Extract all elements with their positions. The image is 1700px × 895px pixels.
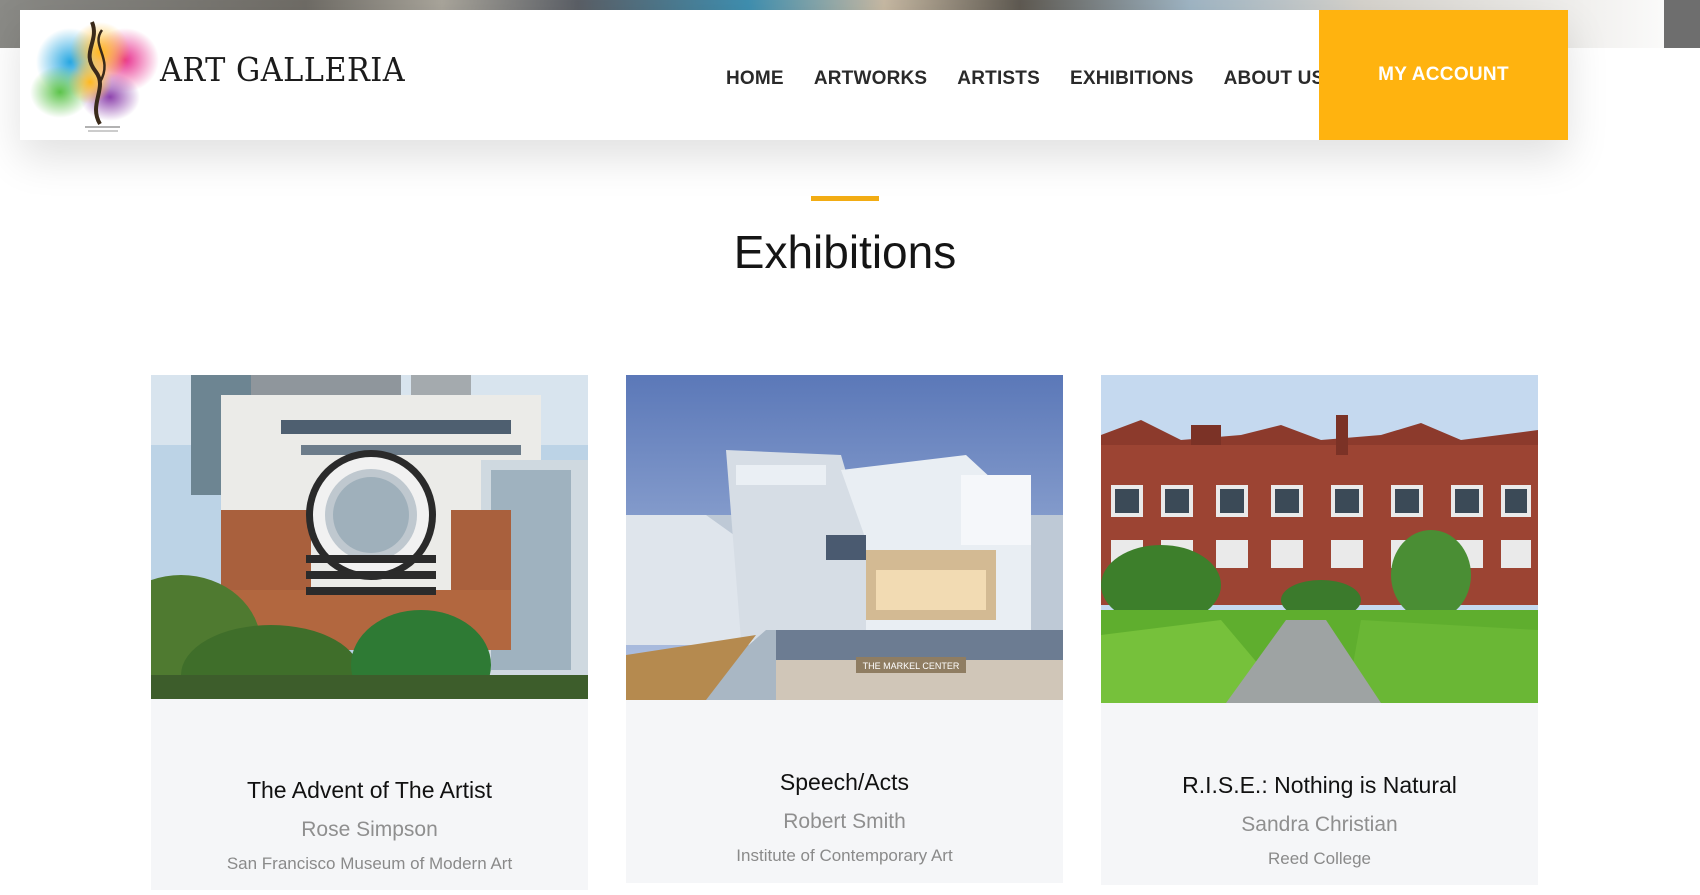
main-nav: HOME ARTWORKS ARTISTS EXHIBITIONS ABOUT … (726, 68, 1354, 90)
nav-artists-link[interactable]: ARTISTS (957, 68, 1040, 90)
nav-exhibitions-link[interactable]: EXHIBITIONS (1070, 68, 1194, 90)
exhibition-card[interactable]: The Advent of The Artist Rose Simpson Sa… (151, 375, 588, 890)
nav-about-link[interactable]: ABOUT US (1224, 68, 1325, 90)
exhibition-venue: Reed College (1267, 849, 1371, 868)
exhibition-meta: The Advent of The Artist Rose Simpson Sa… (151, 777, 588, 874)
exhibition-meta: Speech/Acts Robert Smith Institute of Co… (626, 769, 1063, 866)
exhibition-card[interactable]: THE MARKEL CENTER Speech/Acts Robert Smi… (626, 375, 1063, 883)
section-accent-bar (811, 196, 879, 201)
exhibition-title[interactable]: Speech/Acts (626, 769, 1063, 796)
exhibition-image[interactable]: THE MARKEL CENTER (626, 375, 1063, 700)
exhibition-title[interactable]: R.I.S.E.: Nothing is Natural (1101, 772, 1538, 799)
exhibition-venue: Institute of Contemporary Art (736, 846, 953, 865)
image-caption-text: THE MARKEL CENTER (863, 661, 960, 671)
my-account-button[interactable]: MY ACCOUNT (1319, 10, 1568, 140)
nav-artworks-link[interactable]: ARTWORKS (814, 68, 927, 90)
exhibition-image[interactable] (151, 375, 588, 699)
nav-home-link[interactable]: HOME (726, 68, 784, 90)
site-navbar: ART GALLERIA HOME ARTWORKS ARTISTS EXHIB… (20, 10, 1568, 140)
exhibition-image[interactable] (1101, 375, 1538, 703)
exhibition-artist[interactable]: Sandra Christian (1101, 813, 1538, 837)
exhibition-venue: San Francisco Museum of Modern Art (226, 854, 513, 873)
hero-strip-edge (1664, 0, 1700, 48)
exhibition-title[interactable]: The Advent of The Artist (151, 777, 588, 804)
brand-name[interactable]: ART GALLERIA (160, 50, 405, 89)
exhibition-card[interactable]: R.I.S.E.: Nothing is Natural Sandra Chri… (1101, 375, 1538, 885)
section-title: Exhibitions (733, 226, 957, 278)
exhibition-artist[interactable]: Rose Simpson (151, 818, 588, 842)
watercolor-brush-logo-icon[interactable] (30, 12, 172, 140)
exhibition-artist[interactable]: Robert Smith (626, 810, 1063, 834)
exhibition-meta: R.I.S.E.: Nothing is Natural Sandra Chri… (1101, 772, 1538, 869)
